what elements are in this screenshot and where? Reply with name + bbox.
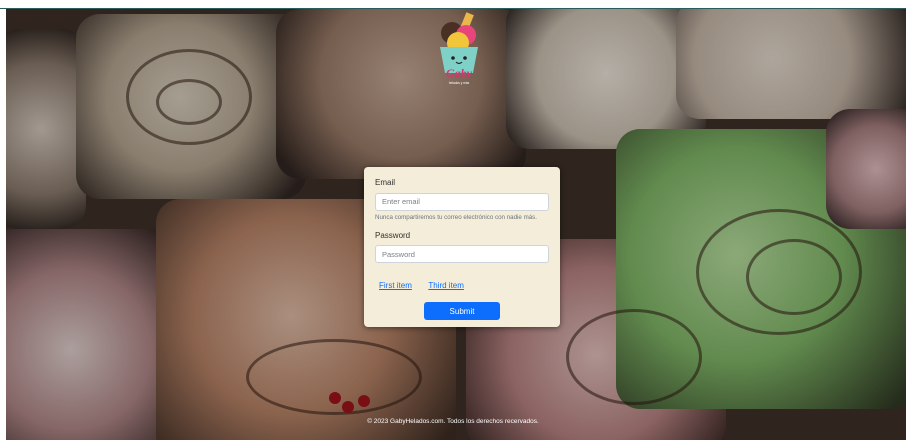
email-help-text: Nunca compartiremos tu correo electrónic… bbox=[375, 213, 537, 221]
logo-tagline: helados y más bbox=[449, 81, 470, 85]
password-label: Password bbox=[375, 230, 411, 240]
login-form: Email Nunca compartiremos tu correo elec… bbox=[364, 167, 560, 327]
brand-logo: Gaby helados y más bbox=[440, 12, 478, 85]
footer-copyright: © 2023 GabyHelados.com. Todos los derech… bbox=[367, 418, 539, 425]
email-label: Email bbox=[375, 178, 396, 187]
first-item-link[interactable]: First item bbox=[379, 281, 412, 290]
submit-button[interactable]: Submit bbox=[424, 302, 500, 320]
email-field[interactable] bbox=[375, 192, 549, 211]
third-item-link[interactable]: Third item bbox=[428, 281, 464, 290]
password-field[interactable] bbox=[375, 245, 549, 263]
top-bar bbox=[0, 0, 906, 9]
links-row: First item Third item bbox=[375, 275, 549, 293]
logo-wordmark: Gaby bbox=[446, 66, 473, 80]
